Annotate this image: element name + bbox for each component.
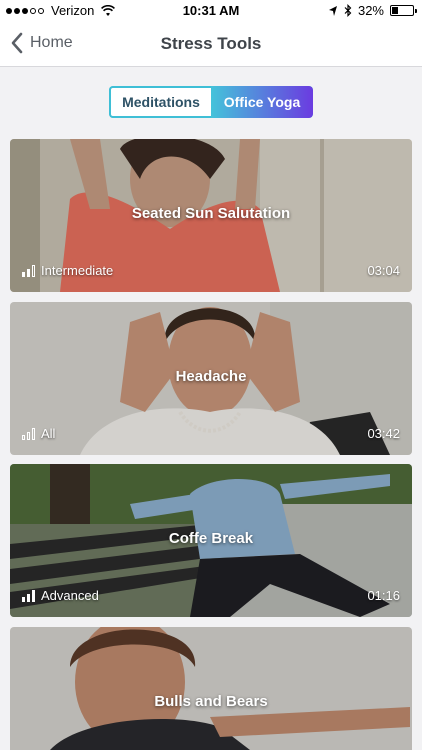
status-right: 32% (328, 3, 417, 18)
difficulty-bar (27, 268, 30, 277)
bluetooth-icon (344, 4, 352, 17)
location-arrow-icon (328, 5, 337, 16)
difficulty-bar (27, 593, 30, 602)
difficulty-label: All (41, 426, 56, 441)
video-duration: 03:42 (367, 426, 400, 441)
battery-percent: 32% (357, 3, 384, 18)
battery-icon (390, 5, 417, 16)
difficulty-bar (22, 434, 25, 440)
video-card-coffe-break[interactable]: Coffe Break Advanced 01:16 (10, 464, 412, 617)
difficulty-label: Intermediate (41, 263, 114, 278)
card-title: Seated Sun Salutation (131, 205, 291, 222)
difficulty-bar (32, 589, 35, 602)
video-card-bulls-and-bears[interactable]: Bulls and Bears (10, 627, 412, 750)
difficulty-bar (22, 596, 25, 602)
card-title: Bulls and Bears (154, 693, 268, 710)
video-duration: 03:04 (367, 263, 400, 278)
difficulty-bars-icon (22, 264, 35, 277)
video-card-seated-sun-salutation[interactable]: Seated Sun Salutation Intermediate 03:04 (10, 139, 412, 292)
navigation-bar: Home Stress Tools (0, 22, 422, 67)
difficulty-label: Advanced (41, 588, 99, 603)
difficulty-level: Advanced (22, 588, 99, 603)
difficulty-bars-icon (22, 589, 35, 602)
category-segmented-control: Meditations Office Yoga (109, 86, 313, 118)
difficulty-bar (32, 264, 35, 277)
difficulty-level: Intermediate (22, 263, 113, 278)
difficulty-bar (22, 271, 25, 277)
difficulty-level: All (22, 426, 55, 441)
video-card-headache[interactable]: Headache All 03:42 (10, 302, 412, 455)
tab-meditations[interactable]: Meditations (109, 86, 211, 118)
tab-office-yoga[interactable]: Office Yoga (211, 86, 313, 118)
card-title: Coffe Break (168, 530, 254, 547)
difficulty-bar (32, 427, 35, 440)
page-title: Stress Tools (160, 34, 262, 53)
card-title: Headache (175, 368, 247, 385)
difficulty-bar (27, 431, 30, 440)
status-bar: Verizon 10:31 AM 32% (0, 0, 422, 22)
video-duration: 01:16 (367, 588, 400, 603)
difficulty-bars-icon (22, 427, 35, 440)
